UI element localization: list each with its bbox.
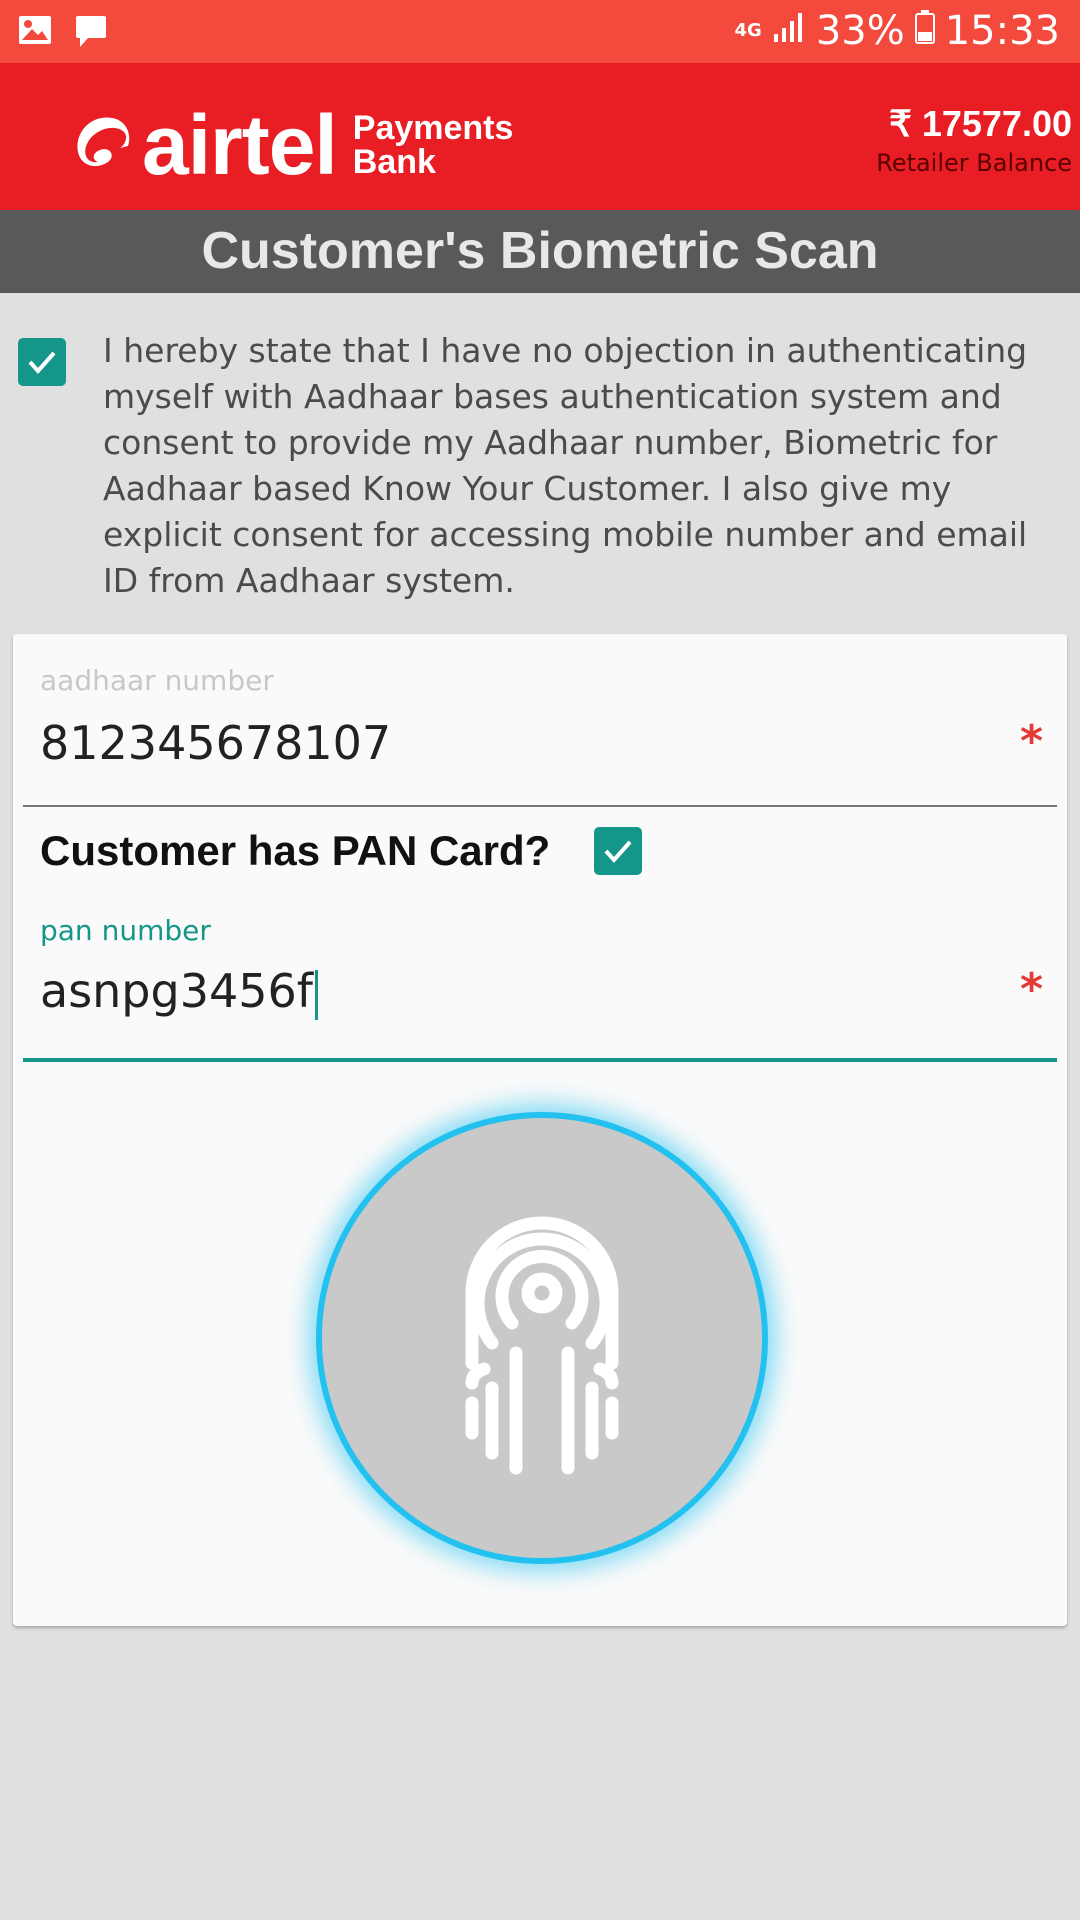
- airtel-swirl-icon: [72, 112, 130, 178]
- signal-icon: [772, 8, 806, 54]
- aadhaar-field[interactable]: aadhaar number 812345678107 *: [23, 664, 1057, 807]
- required-mark: *: [1019, 716, 1043, 767]
- battery-icon: [914, 8, 935, 54]
- brand-name: airtel: [142, 98, 338, 192]
- pan-underline: [23, 1058, 1057, 1062]
- brand-subtitle-line2: Bank: [352, 143, 436, 181]
- fingerprint-scan-button[interactable]: [316, 1112, 768, 1564]
- pan-field[interactable]: pan number asnpg3456f *: [23, 914, 1057, 1062]
- checkmark-icon: [28, 351, 56, 375]
- pan-input[interactable]: asnpg3456f: [40, 964, 318, 1020]
- pan-question-label: Customer has PAN Card?: [40, 827, 551, 874]
- notification-icons: [18, 14, 108, 52]
- text-cursor: [314, 969, 318, 1020]
- brand-subtitle: Payments Bank: [353, 111, 514, 179]
- fingerprint-icon: [465, 1216, 619, 1475]
- aadhaar-underline: [23, 805, 1057, 807]
- consent-text: I hereby state that I have no objection …: [103, 331, 1028, 600]
- retailer-balance: ₹ 17577.00 Retailer Balance: [876, 103, 1072, 177]
- aadhaar-input[interactable]: 812345678107: [40, 716, 391, 770]
- checkmark-icon: [604, 840, 632, 864]
- brand-subtitle-line1: Payments: [352, 109, 514, 147]
- airtel-payments-bank-logo: airtel Payments Bank: [72, 103, 513, 187]
- status-bar: 4G 33% 15:33: [0, 0, 1080, 63]
- pan-label: pan number: [40, 914, 211, 947]
- required-mark: *: [1019, 964, 1043, 1015]
- aadhaar-label: aadhaar number: [40, 664, 274, 697]
- clock: 15:33: [944, 8, 1060, 54]
- pan-input-text: asnpg3456f: [40, 964, 313, 1018]
- gallery-icon: [18, 14, 52, 52]
- balance-label: Retailer Balance: [876, 149, 1072, 177]
- biometric-form-card: aadhaar number 812345678107 * Customer h…: [13, 634, 1067, 1626]
- pan-card-checkbox[interactable]: [594, 827, 643, 875]
- battery-percent: 33%: [815, 8, 905, 54]
- pan-card-question: Customer has PAN Card?: [40, 827, 643, 875]
- message-icon: [74, 14, 108, 52]
- consent-checkbox[interactable]: [18, 338, 66, 386]
- balance-amount: ₹ 17577.00: [888, 103, 1072, 144]
- app-header: airtel Payments Bank ₹ 17577.00 Retailer…: [0, 63, 1080, 210]
- status-right: 4G 33% 15:33: [735, 8, 1061, 54]
- page-title: Customer's Biometric Scan: [0, 210, 1080, 293]
- network-type: 4G: [734, 20, 762, 41]
